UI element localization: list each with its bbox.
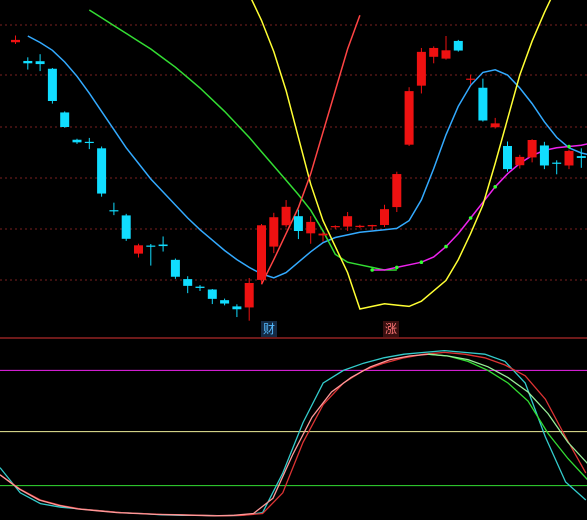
candle-body-30 xyxy=(380,209,389,226)
candle-body-32 xyxy=(404,91,414,145)
candle-body-38 xyxy=(478,87,488,121)
indicator-dot-10 xyxy=(493,185,498,189)
candle-body-13 xyxy=(170,259,180,277)
candle-body-24 xyxy=(306,221,316,234)
candle-body-33 xyxy=(416,51,426,86)
marker-zhang: 涨 xyxy=(383,321,400,337)
candle-body-43 xyxy=(539,145,549,166)
candle-body-25 xyxy=(318,233,328,236)
candle-32 xyxy=(404,87,414,146)
candle-body-40 xyxy=(503,145,512,170)
candle-body-12 xyxy=(158,244,168,247)
indicator-dot-2 xyxy=(395,265,399,270)
indicator-dot-0 xyxy=(370,268,375,272)
candle-body-29 xyxy=(367,225,377,227)
candle-body-1 xyxy=(23,60,33,64)
candle-body-21 xyxy=(269,217,279,247)
candle-body-35 xyxy=(441,50,451,59)
candle-body-4 xyxy=(60,112,70,127)
candle-body-41 xyxy=(515,156,525,166)
candle-body-15 xyxy=(195,286,205,288)
candle-9 xyxy=(121,213,131,241)
candle-body-11 xyxy=(146,245,156,247)
candle-body-34 xyxy=(429,47,439,57)
candle-body-0 xyxy=(11,39,20,43)
candle-body-20 xyxy=(257,225,266,280)
candle-3 xyxy=(47,67,57,104)
candle-body-23 xyxy=(293,216,303,231)
candle-body-36 xyxy=(453,40,463,51)
candle-body-17 xyxy=(220,300,230,304)
candle-body-7 xyxy=(97,148,107,194)
chart-background xyxy=(0,0,587,520)
candle-body-18 xyxy=(232,306,242,310)
marker-cai-label: 财 xyxy=(263,322,276,336)
marker-zhang-label: 涨 xyxy=(385,322,398,336)
candle-body-3 xyxy=(47,68,57,101)
candle-body-5 xyxy=(72,139,82,143)
candle-body-31 xyxy=(392,174,402,208)
candle-body-26 xyxy=(330,226,340,228)
candle-20 xyxy=(257,223,266,284)
candle-body-37 xyxy=(466,78,476,80)
candle-body-2 xyxy=(35,61,45,65)
candle-body-39 xyxy=(490,123,500,128)
candle-body-46 xyxy=(576,156,586,158)
marker-cai: 财 xyxy=(261,321,278,337)
candle-4 xyxy=(60,111,70,128)
candle-body-27 xyxy=(343,216,353,227)
candle-body-44 xyxy=(552,162,562,164)
candle-43 xyxy=(539,141,549,170)
candle-body-28 xyxy=(355,225,365,228)
candle-7 xyxy=(97,146,107,197)
candle-36 xyxy=(453,39,463,52)
indicator-dot-16 xyxy=(567,144,571,149)
stock-chart xyxy=(0,0,587,520)
candle-body-8 xyxy=(109,210,119,212)
candle-body-14 xyxy=(183,279,193,286)
candle-13 xyxy=(170,258,180,279)
indicator-dot-6 xyxy=(444,244,448,249)
candle-body-22 xyxy=(281,206,291,226)
candle-body-42 xyxy=(527,140,537,158)
candle-body-9 xyxy=(121,215,131,239)
candle-31 xyxy=(392,171,402,213)
candle-body-16 xyxy=(207,289,217,299)
candle-40 xyxy=(503,141,512,172)
candle-body-10 xyxy=(134,245,143,254)
candle-body-19 xyxy=(244,283,254,308)
candle-body-6 xyxy=(84,141,94,144)
indicator-dot-4 xyxy=(419,260,424,265)
candle-body-45 xyxy=(564,150,574,166)
indicator-dot-8 xyxy=(468,216,473,220)
